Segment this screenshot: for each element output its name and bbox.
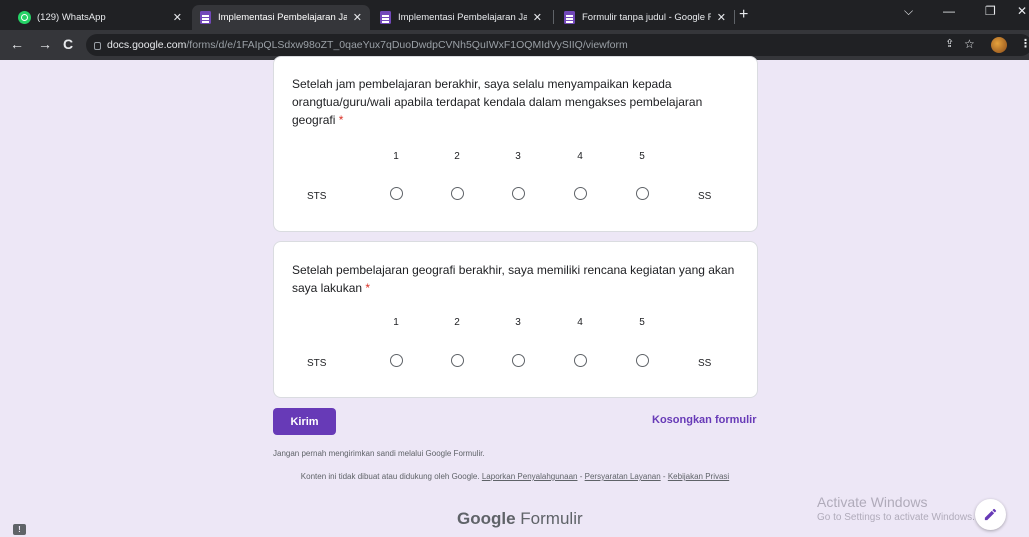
question-card: Setelah pembelajaran geografi berakhir, … [273,241,758,398]
brand-product: Formulir [520,509,583,528]
clear-form-button[interactable]: Kosongkan formulir [652,414,757,426]
radio-option-2[interactable] [451,187,464,200]
google-forms-icon [564,11,575,24]
radio-option-1[interactable] [390,354,403,367]
pencil-icon [984,508,997,521]
scale-low-label: STS [307,191,327,202]
link-separator: - [662,472,666,481]
new-tab-button[interactable]: + [739,7,748,23]
edit-fab[interactable] [975,499,1006,530]
submit-button[interactable]: Kirim [273,408,336,435]
radio-option-4[interactable] [574,354,587,367]
bookmark-star-icon[interactable]: ☆ [964,38,975,50]
terms-link[interactable]: Persyaratan Layanan [585,472,661,481]
question-title: Setelah jam pembelajaran berakhir, saya … [292,75,737,129]
close-icon[interactable]: ✕ [353,11,362,24]
required-asterisk: * [338,113,344,127]
tab-title: Implementasi Pembelajaran Jarak [398,12,527,23]
report-icon[interactable]: ! [13,524,26,535]
scale-label-3: 3 [515,317,521,328]
minimize-icon[interactable]: — [943,4,955,18]
privacy-link[interactable]: Kebijakan Privasi [668,472,729,481]
tab-title: (129) WhatsApp [37,12,106,23]
tab-title: Implementasi Pembelajaran Jarak [218,12,347,23]
scale-label-5: 5 [639,151,645,162]
activate-windows-watermark: Activate Windows Go to Settings to activ… [817,494,975,526]
tab-whatsapp[interactable]: (129) WhatsApp ✕ [10,5,190,30]
radio-option-5[interactable] [636,187,649,200]
scale-label-1: 1 [393,151,399,162]
scale-low-label: STS [307,358,327,369]
scale-label-1: 1 [393,317,399,328]
footer-disclaimer: Konten ini tidak dibuat atau didukung ol… [285,472,745,482]
lock-icon[interactable] [94,42,101,50]
scale-label-2: 2 [454,151,460,162]
whatsapp-icon [18,11,31,24]
radio-option-2[interactable] [451,354,464,367]
profile-avatar[interactable] [991,37,1007,53]
radio-option-3[interactable] [512,187,525,200]
close-icon[interactable]: ✕ [533,11,542,24]
scale-label-4: 4 [577,317,583,328]
scale-label-2: 2 [454,317,460,328]
browser-tab-strip: (129) WhatsApp ✕ Implementasi Pembelajar… [0,0,1029,30]
tab-title: Formulir tanpa judul - Google Fo [582,12,711,23]
radio-option-1[interactable] [390,187,403,200]
tab-implementasi-active[interactable]: Implementasi Pembelajaran Jarak ✕ [192,5,370,30]
radio-option-4[interactable] [574,187,587,200]
radio-option-5[interactable] [636,354,649,367]
disclaimer-text: Konten ini tidak dibuat atau didukung ol… [300,472,480,481]
close-icon[interactable]: ✕ [717,11,726,24]
question-text: Setelah jam pembelajaran berakhir, saya … [292,77,703,127]
brand-google: Google [457,509,516,528]
tab-divider [553,10,554,24]
tab-implementasi[interactable]: Implementasi Pembelajaran Jarak ✕ [372,5,550,30]
link-separator: - [579,472,583,481]
question-title: Setelah pembelajaran geografi berakhir, … [292,261,737,297]
radio-option-3[interactable] [512,354,525,367]
url-host: docs.google.com [107,39,187,51]
question-text: Setelah pembelajaran geografi berakhir, … [292,263,735,295]
google-forms-icon [200,11,211,24]
scale-label-4: 4 [577,151,583,162]
activate-title: Activate Windows [817,494,928,510]
window-close-icon[interactable]: ✕ [1017,4,1027,18]
scale-label-3: 3 [515,151,521,162]
report-abuse-link[interactable]: Laporkan Penyalahgunaan [482,472,578,481]
restore-icon[interactable]: ❐ [985,4,996,18]
url-path: /forms/d/e/1FAIpQLSdxw98oZT_0qaeYux7qDuo… [186,39,628,51]
activate-subtitle: Go to Settings to activate Windows. [817,512,975,523]
password-warning: Jangan pernah mengirimkan sandi melalui … [273,449,485,458]
tab-divider [734,10,735,24]
required-asterisk: * [365,281,371,295]
google-forms-logo[interactable]: Google Formulir [457,509,583,529]
scale-high-label: SS [698,358,712,369]
google-forms-icon [380,11,391,24]
tab-search-icon[interactable]: ⌵ [904,4,913,19]
close-icon[interactable]: ✕ [173,11,182,24]
tab-formulir[interactable]: Formulir tanpa judul - Google Fo ✕ [556,5,734,30]
scale-high-label: SS [698,191,712,202]
browser-menu-icon[interactable]: ⋮ [1020,38,1029,50]
scale-label-5: 5 [639,317,645,328]
address-bar[interactable]: docs.google.com/forms/d/e/1FAIpQLSdxw98o… [86,34,1029,56]
back-icon[interactable]: ← [10,37,24,51]
share-icon[interactable]: ⇪ [945,38,954,50]
forward-icon[interactable]: → [38,37,52,51]
question-card: Setelah jam pembelajaran berakhir, saya … [273,56,758,232]
reload-icon[interactable]: C [63,37,73,51]
